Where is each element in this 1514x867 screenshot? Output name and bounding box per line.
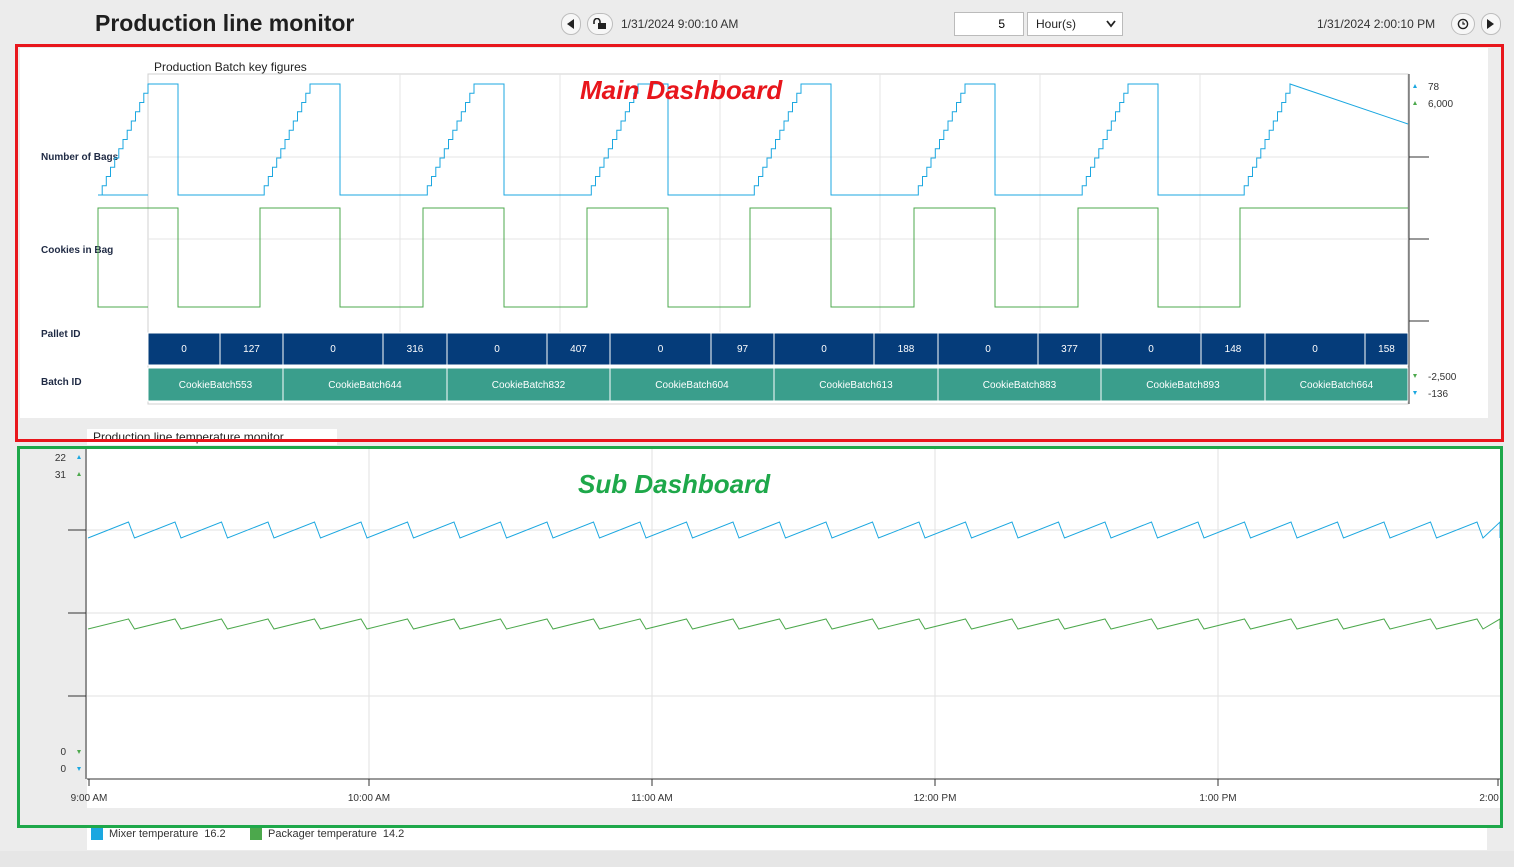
lock-time-button[interactable] [587, 13, 613, 35]
batch-id-value: CookieBatch893 [1146, 380, 1220, 391]
mixer-max-label: 22 [55, 453, 67, 464]
bags-min-label: -136 [1428, 389, 1448, 400]
start-time[interactable]: 1/31/2024 9:00:10 AM [621, 17, 738, 31]
cookies-series-line [97, 207, 1408, 308]
main-grid [148, 74, 1408, 332]
sub-panel-title[interactable]: Production line temperature monitor [87, 429, 337, 445]
end-time[interactable]: 1/31/2024 2:00:10 PM [1317, 17, 1435, 31]
triangle-down-icon [1413, 391, 1417, 395]
cookies-min-label: -2,500 [1428, 372, 1457, 383]
legend-swatch [91, 828, 103, 840]
bags-max-label: 78 [1428, 82, 1440, 93]
cookies-max-label: 6,000 [1428, 99, 1453, 110]
triangle-up-icon [1413, 101, 1417, 105]
sub-dashboard-panel: 22 31 0 0 9:00 AM 10:00 AM 11:00 AM 12:00 P… [20, 446, 1500, 808]
pallet-id-value: 407 [570, 344, 587, 355]
duration-input[interactable] [954, 12, 1024, 36]
legend-label: Packager temperature [268, 828, 377, 840]
triangle-up-icon [77, 455, 81, 459]
x-axis-label: 2:00 PM [1479, 793, 1500, 804]
pallet-id-value: 127 [243, 344, 260, 355]
legend-value: 16.2 [204, 828, 226, 840]
pallet-id-value: 148 [1225, 344, 1242, 355]
pallet-id-value: 316 [407, 344, 424, 355]
legend-item-packager[interactable]: Packager temperature 14.2 [250, 828, 404, 840]
header-bar: Production line monitor 1/31/2024 9:00:1… [0, 0, 1514, 44]
temperature-chart: 22 31 0 0 9:00 AM 10:00 AM 11:00 AM 12:00 P… [55, 446, 1500, 808]
pallet-id-value: 0 [181, 344, 187, 355]
packager-max-label: 31 [55, 470, 67, 481]
x-axis-label: 10:00 AM [348, 793, 390, 804]
triangle-down-icon [1413, 374, 1417, 378]
duration-unit-value: Hour(s) [1036, 17, 1077, 31]
duration-unit-select[interactable]: Hour(s) [1027, 12, 1123, 36]
packager-min-label: 0 [60, 747, 66, 758]
legend-swatch [250, 828, 262, 840]
pallet-id-value: 0 [1312, 344, 1318, 355]
production-batch-chart: 0 127 0 316 0 407 0 97 0 188 0 377 0 148 0 158 CookieBa… [97, 73, 1457, 405]
mixer-min-label: 0 [60, 764, 66, 775]
batch-id-value: CookieBatch644 [328, 380, 402, 391]
bottom-strip [0, 851, 1514, 867]
pallet-id-value: 377 [1061, 344, 1078, 355]
x-axis-label: 1:00 PM [1199, 793, 1236, 804]
batch-id-value: CookieBatch613 [819, 380, 893, 391]
clock-icon [1457, 18, 1469, 30]
triangle-left-icon [567, 19, 574, 29]
unlock-icon [593, 18, 606, 29]
pallet-id-value: 0 [658, 344, 664, 355]
pallet-id-value: 97 [737, 344, 749, 355]
pallet-id-value: 0 [985, 344, 991, 355]
page-title: Production line monitor [95, 10, 355, 36]
main-dashboard-panel: Production Batch key figures Number of B… [20, 48, 1488, 418]
pallet-id-value: 0 [821, 344, 827, 355]
batch-id-value: CookieBatch604 [655, 380, 729, 391]
batch-id-row: CookieBatch553 CookieBatch644 CookieBatch8… [147, 367, 1409, 402]
pallet-id-row: 0 127 0 316 0 407 0 97 0 188 0 377 0 148 0 158 [147, 332, 1409, 366]
triangle-down-icon [77, 767, 81, 771]
chevron-down-icon [1106, 20, 1116, 28]
x-axis-label: 12:00 PM [914, 793, 957, 804]
previous-period-button[interactable] [561, 13, 581, 35]
batch-id-value: CookieBatch553 [179, 380, 253, 391]
legend-label: Mixer temperature [109, 828, 199, 840]
now-button[interactable] [1451, 13, 1475, 35]
pallet-id-value: 188 [898, 344, 915, 355]
batch-id-value: CookieBatch664 [1300, 380, 1374, 391]
pallet-id-value: 158 [1378, 344, 1395, 355]
legend-value: 14.2 [382, 828, 405, 840]
pallet-id-value: 0 [494, 344, 500, 355]
batch-id-value: CookieBatch832 [492, 380, 566, 391]
triangle-down-icon [77, 750, 81, 754]
x-axis-label: 11:00 AM [631, 793, 673, 804]
legend-item-mixer[interactable]: Mixer temperature 16.2 [91, 828, 226, 840]
triangle-right-icon [1487, 19, 1494, 29]
x-axis-label: 9:00 AM [71, 793, 108, 804]
triangle-up-icon [1413, 84, 1417, 88]
triangle-up-icon [77, 472, 81, 476]
next-period-button[interactable] [1481, 13, 1501, 35]
pallet-id-value: 0 [1148, 344, 1154, 355]
legend: Mixer temperature 16.2 Packager temperat… [87, 826, 1487, 850]
batch-id-value: CookieBatch883 [983, 380, 1057, 391]
bags-series-line [98, 83, 1409, 196]
pallet-id-value: 0 [330, 344, 336, 355]
